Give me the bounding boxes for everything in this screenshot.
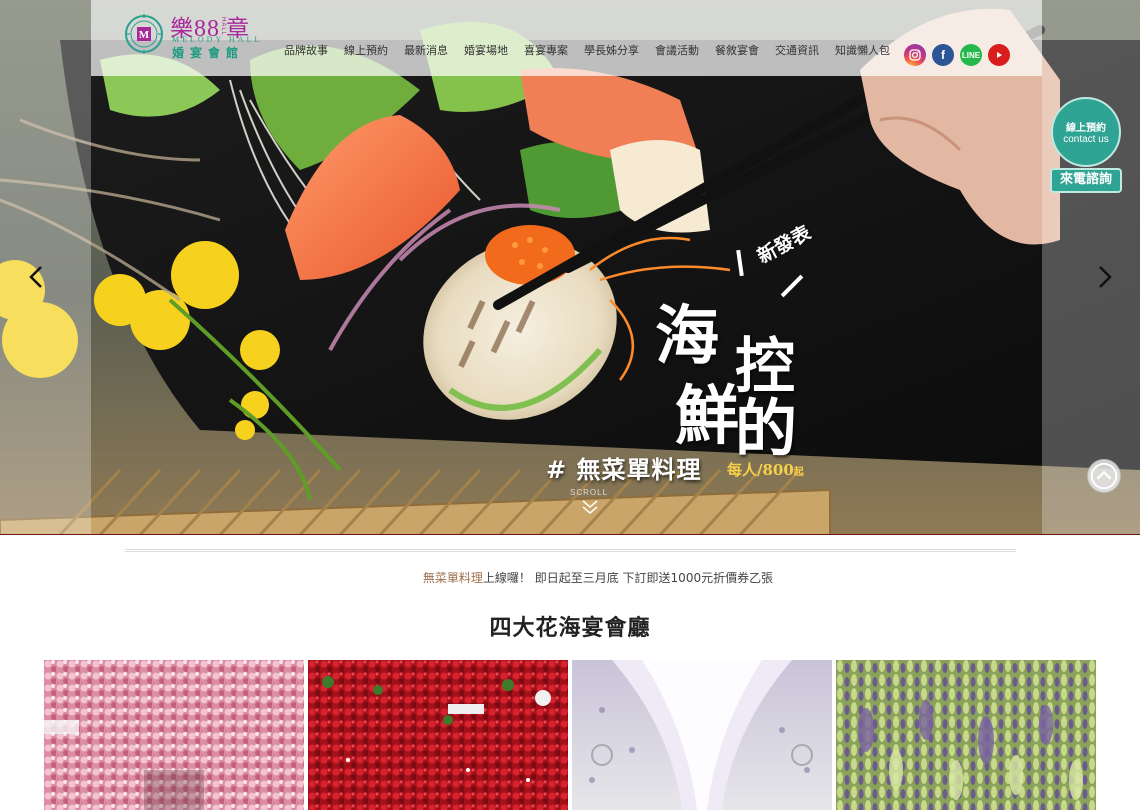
logo-emblem-icon: M [125,14,163,54]
hero-price-label: 每人/800 [727,461,794,479]
social-links: f LINE [904,44,1016,66]
nav-item-venues[interactable]: 婚宴場地 [464,42,508,58]
carousel-prev-arrow-icon[interactable] [26,264,46,290]
news-ticker[interactable]: 無菜單料理上線囉！ 即日起至三月底 下訂即送1000元折價券乙張 [0,569,1140,586]
nav-item-online-booking[interactable]: 線上預約 [344,42,388,58]
nav-item-testimonials[interactable]: 學長姊分享 [584,42,639,58]
scroll-label: SCROLL [570,488,609,497]
news-highlight: 無菜單料理 [422,571,483,585]
section-title: 四大花海宴會廳 [489,616,651,641]
section-divider [125,549,1016,552]
hero-price: 每人/800起 [727,459,804,480]
svg-text:M: M [139,29,150,41]
instagram-icon[interactable] [904,44,926,66]
hero-menu-line: # 無菜單料理 [546,455,702,484]
hero-price-suffix: 起 [793,467,804,478]
float-booking-en: contact us [1063,134,1109,145]
nav-item-meetings[interactable]: 會議活動 [655,42,699,58]
site-logo[interactable]: M 樂88HALL章 MELODY HALL 婚宴會館 [124,11,264,61]
hero-title-char: 海 [655,299,719,374]
hall-image-wisteria[interactable] [836,660,1096,810]
online-booking-float-button[interactable]: 線上預約 contact us [1051,97,1121,167]
nav-item-news[interactable]: 最新消息 [404,42,448,58]
scroll-down-icon[interactable] [580,498,600,516]
nav-item-transport[interactable]: 交通資訊 [775,42,819,58]
nav-item-brand-story[interactable]: 品牌故事 [284,42,328,58]
hall-image-crystal[interactable] [572,660,832,810]
youtube-icon[interactable] [988,44,1010,66]
main-nav: 品牌故事 線上預約 最新消息 婚宴場地 喜宴專案 學長姊分享 會議活動 餐敘宴會… [284,42,890,58]
nav-item-guides[interactable]: 知識懶人包 [835,42,890,58]
facebook-icon-glyph: f [941,48,945,62]
line-icon[interactable]: LINE [960,44,982,66]
hero-title-char: 鮮 [675,379,739,454]
back-to-top-icon[interactable] [1087,459,1121,493]
logo-english: MELODY HALL [172,35,263,44]
line-icon-glyph: LINE [961,50,981,60]
hall-image-red[interactable] [308,660,568,810]
float-booking-cn: 線上預約 [1066,123,1106,134]
nav-item-wedding-packages[interactable]: 喜宴專案 [524,42,568,58]
news-text: 上線囉！ 即日起至三月底 下訂即送1000元折價券乙張 [482,571,774,585]
site-header: M 樂88HALL章 MELODY HALL 婚宴會館 品牌故事 線上預約 最新… [91,0,1042,76]
logo-subtitle: 婚宴會館 [172,46,245,60]
hall-image-pink[interactable] [44,660,304,810]
nav-item-dining-events[interactable]: 餐敘宴會 [715,42,759,58]
hero-divider-line [0,534,1140,535]
hall-gallery [44,660,1096,810]
hero-carousel: 新發表 海 控 鮮 的 # 無菜單料理 每人/800起 SCROLL M 樂88… [0,0,1140,535]
facebook-icon[interactable]: f [932,44,954,66]
phone-inquiry-button[interactable]: 來電諮詢 [1050,168,1122,193]
carousel-next-arrow-icon[interactable] [1095,264,1115,290]
hero-title-char: 的 [735,392,798,465]
carousel-next-slide-fade [1042,0,1140,535]
